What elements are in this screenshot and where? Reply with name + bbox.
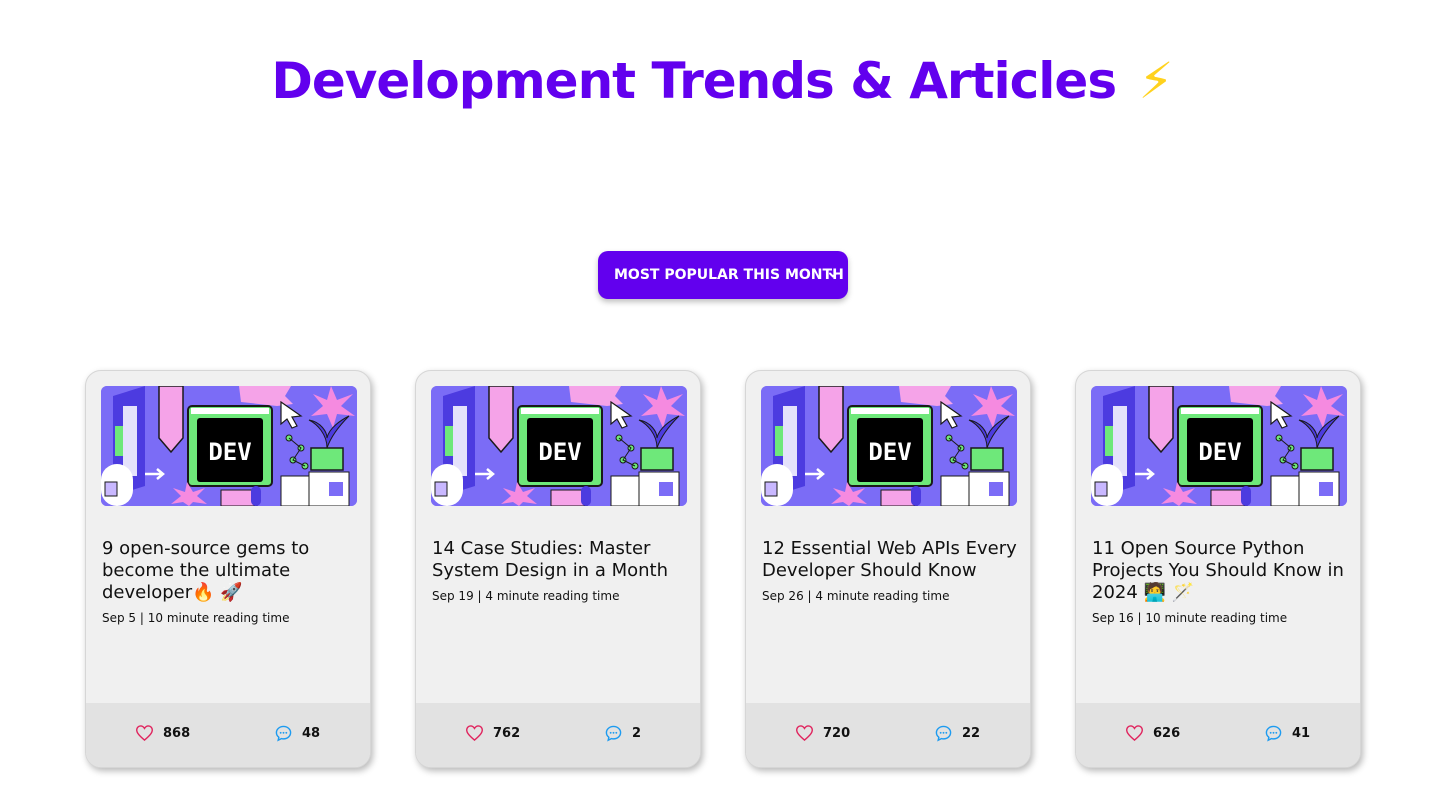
- like-button[interactable]: 626: [1126, 725, 1180, 741]
- comment-count: 2: [632, 726, 642, 741]
- heart-icon: [796, 725, 813, 741]
- heart-icon: [466, 725, 483, 741]
- like-count: 720: [823, 725, 851, 741]
- comment-icon: [605, 725, 622, 742]
- article-title[interactable]: 9 open-source gems to become the ultimat…: [102, 538, 360, 604]
- like-count: 868: [163, 725, 191, 741]
- article-title-block: 11 Open Source Python Projects You Shoul…: [1092, 538, 1350, 626]
- cover-dev-badge: DEV: [1198, 438, 1241, 466]
- article-title-block: 12 Essential Web APIs Every Developer Sh…: [762, 538, 1020, 604]
- cover-dev-badge: DEV: [868, 438, 911, 466]
- dev-cover-illustration: DEV: [431, 386, 687, 506]
- lightning-icon: ⚡: [1138, 52, 1174, 110]
- article-title[interactable]: 14 Case Studies: Master System Design in…: [432, 538, 690, 582]
- page-title-text: Development Trends & Articles: [271, 52, 1117, 110]
- article-title[interactable]: 11 Open Source Python Projects You Shoul…: [1092, 538, 1350, 604]
- article-meta: Sep 19 | 4 minute reading time: [432, 589, 620, 603]
- heart-icon: [136, 725, 153, 741]
- comment-icon: [1265, 725, 1282, 742]
- article-title[interactable]: 12 Essential Web APIs Every Developer Sh…: [762, 538, 1020, 582]
- cover-dev-badge: DEV: [538, 438, 581, 466]
- comment-button[interactable]: 48: [275, 725, 320, 742]
- comment-count: 48: [302, 726, 321, 741]
- article-footer: 762 2: [416, 703, 700, 767]
- article-title-block: 9 open-source gems to become the ultimat…: [102, 538, 360, 626]
- sort-dropdown[interactable]: MOST POPULAR THIS MONTH: [598, 251, 848, 299]
- article-card[interactable]: DEV 9 open-source gems to become the ult…: [85, 370, 371, 768]
- comment-button[interactable]: 2: [605, 725, 641, 742]
- comment-count: 22: [962, 726, 981, 741]
- comment-count: 41: [1292, 726, 1311, 741]
- heart-icon: [1126, 725, 1143, 741]
- article-card[interactable]: DEV 11 Open Source Python Projects You S…: [1075, 370, 1361, 768]
- like-button[interactable]: 720: [796, 725, 850, 741]
- article-card[interactable]: DEV 12 Essential Web APIs Every Develope…: [745, 370, 1031, 768]
- article-footer: 720 22: [746, 703, 1030, 767]
- article-cover-image[interactable]: DEV: [431, 386, 687, 506]
- chevron-down-icon: [829, 272, 837, 278]
- like-button[interactable]: 868: [136, 725, 190, 741]
- article-cover-image[interactable]: DEV: [1091, 386, 1347, 506]
- article-title-block: 14 Case Studies: Master System Design in…: [432, 538, 690, 604]
- like-count: 626: [1153, 725, 1181, 741]
- article-footer: 626 41: [1076, 703, 1360, 767]
- comment-icon: [935, 725, 952, 742]
- article-meta: Sep 26 | 4 minute reading time: [762, 589, 950, 603]
- article-meta: Sep 16 | 10 minute reading time: [1092, 611, 1288, 625]
- article-meta: Sep 5 | 10 minute reading time: [102, 611, 290, 625]
- page: Development Trends & Articles ⚡ MOST POP…: [0, 0, 1444, 787]
- page-title: Development Trends & Articles ⚡: [0, 52, 1444, 110]
- comment-icon: [275, 725, 292, 742]
- comment-button[interactable]: 41: [1265, 725, 1310, 742]
- dev-cover-illustration: DEV: [101, 386, 357, 506]
- comment-button[interactable]: 22: [935, 725, 980, 742]
- article-card[interactable]: DEV 14 Case Studies: Master System Desig…: [415, 370, 701, 768]
- like-button[interactable]: 762: [466, 725, 520, 741]
- cover-dev-badge: DEV: [208, 438, 251, 466]
- dev-cover-illustration: DEV: [1091, 386, 1347, 506]
- article-cover-image[interactable]: DEV: [101, 386, 357, 506]
- sort-dropdown-label: MOST POPULAR THIS MONTH: [614, 267, 844, 283]
- like-count: 762: [493, 725, 521, 741]
- article-footer: 868 48: [86, 703, 370, 767]
- dev-cover-illustration: DEV: [761, 386, 1017, 506]
- article-cover-image[interactable]: DEV: [761, 386, 1017, 506]
